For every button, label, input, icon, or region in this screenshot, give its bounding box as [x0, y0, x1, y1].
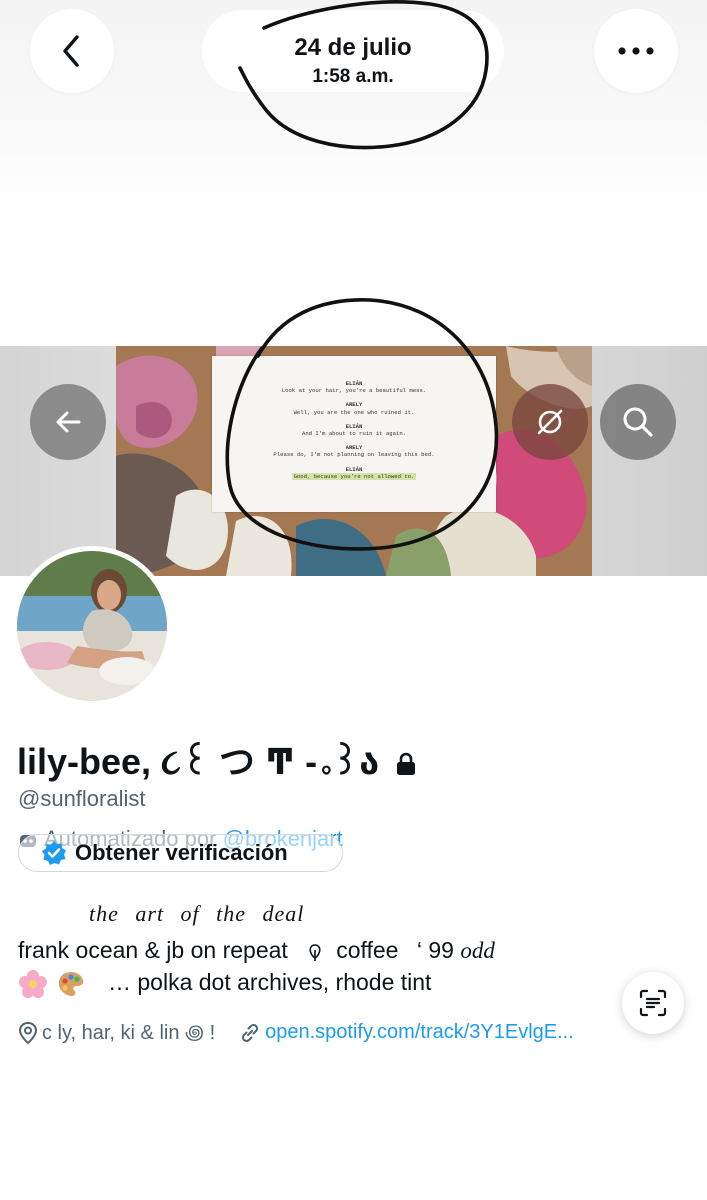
bio-text-odd: odd: [460, 938, 495, 963]
ellipsis-icon: [618, 47, 654, 55]
script-line-2: Well, you are the one who ruined it.: [293, 408, 415, 416]
script-line-3: And I'm about to ruin it again.: [301, 430, 407, 438]
search-button[interactable]: [600, 384, 676, 460]
avatar[interactable]: [12, 546, 172, 706]
profile-handle: @sunfloralist: [18, 786, 146, 811]
banner-back-button[interactable]: [30, 384, 106, 460]
avatar-photo: [17, 551, 167, 701]
back-button[interactable]: [30, 9, 114, 93]
script-speaker-1: ELIÁN: [345, 380, 363, 387]
display-name-text: lily-bee, ૮꒰ つ ͳ -｡꒱ა: [17, 741, 380, 782]
link-icon: [242, 1023, 259, 1042]
script-speaker-4: ARELY: [345, 444, 363, 452]
display-name: lily-bee, ૮꒰ つ ͳ -｡꒱ა: [17, 733, 417, 785]
bio-line-1: frank ocean & jb on repeat coffee ‘ 99 o…: [18, 937, 495, 964]
download-disabled-icon: [537, 409, 563, 435]
script-line-1: Look at your hair, you're a beautiful me…: [281, 387, 427, 395]
location-text: c ly, har, ki & lin ꩜ !: [42, 1022, 216, 1044]
banner-backdrop: ELIÁN Look at your hair, you're a beauti…: [0, 346, 707, 576]
date-pill: 24 de julio 1:58 a.m.: [202, 10, 504, 92]
date-label: 24 de julio: [294, 34, 412, 61]
script-speaker-5: ELIÁN: [345, 465, 363, 473]
download-button[interactable]: [512, 384, 588, 460]
artist-palette-icon: [58, 972, 84, 996]
script-speaker-3: ELIÁN: [345, 422, 363, 430]
get-verified-button[interactable]: Obtener verificación: [18, 834, 343, 872]
profile-meta-row: c ly, har, ki & lin ꩜ ! open.spotify.com…: [18, 1018, 574, 1047]
script-speaker-2: ARELY: [345, 401, 363, 409]
screenplay-excerpt: ELIÁN Look at your hair, you're a beauti…: [212, 356, 496, 512]
search-icon: [623, 407, 653, 437]
website-link[interactable]: open.spotify.com/track/3Y1EvlgE...: [265, 1021, 574, 1044]
time-label: 1:58 a.m.: [312, 66, 394, 87]
bio-title: the art of the deal: [89, 901, 305, 926]
more-options-button[interactable]: [594, 9, 678, 93]
get-verified-label: Obtener verificación: [75, 840, 288, 865]
script-line-4: Please do, I'm not planning on leaving t…: [273, 451, 435, 459]
text-scan-button[interactable]: [622, 972, 684, 1034]
text-scan-icon: [639, 989, 667, 1017]
chevron-left-icon: [63, 35, 79, 67]
location-pin-icon: [18, 1021, 38, 1044]
banner-image: ELIÁN Look at your hair, you're a beauti…: [116, 346, 592, 576]
bio-text-music: frank ocean & jb on repeat: [18, 937, 288, 963]
lock-icon: [397, 753, 416, 776]
flower-outline-icon: [309, 944, 321, 961]
bio-line-2: … polka dot archives, rhode tint: [18, 969, 431, 999]
verified-badge-icon: [42, 841, 66, 865]
bio-text-year: ‘ 99: [416, 937, 454, 963]
cherry-blossom-icon: [19, 970, 47, 998]
arrow-left-icon: [56, 411, 81, 433]
script-line-5: Good, because you're not allowed to.: [291, 472, 417, 480]
bio-text-coffee: coffee: [336, 937, 399, 963]
bio-text-archives: … polka dot archives, rhode tint: [108, 969, 432, 996]
